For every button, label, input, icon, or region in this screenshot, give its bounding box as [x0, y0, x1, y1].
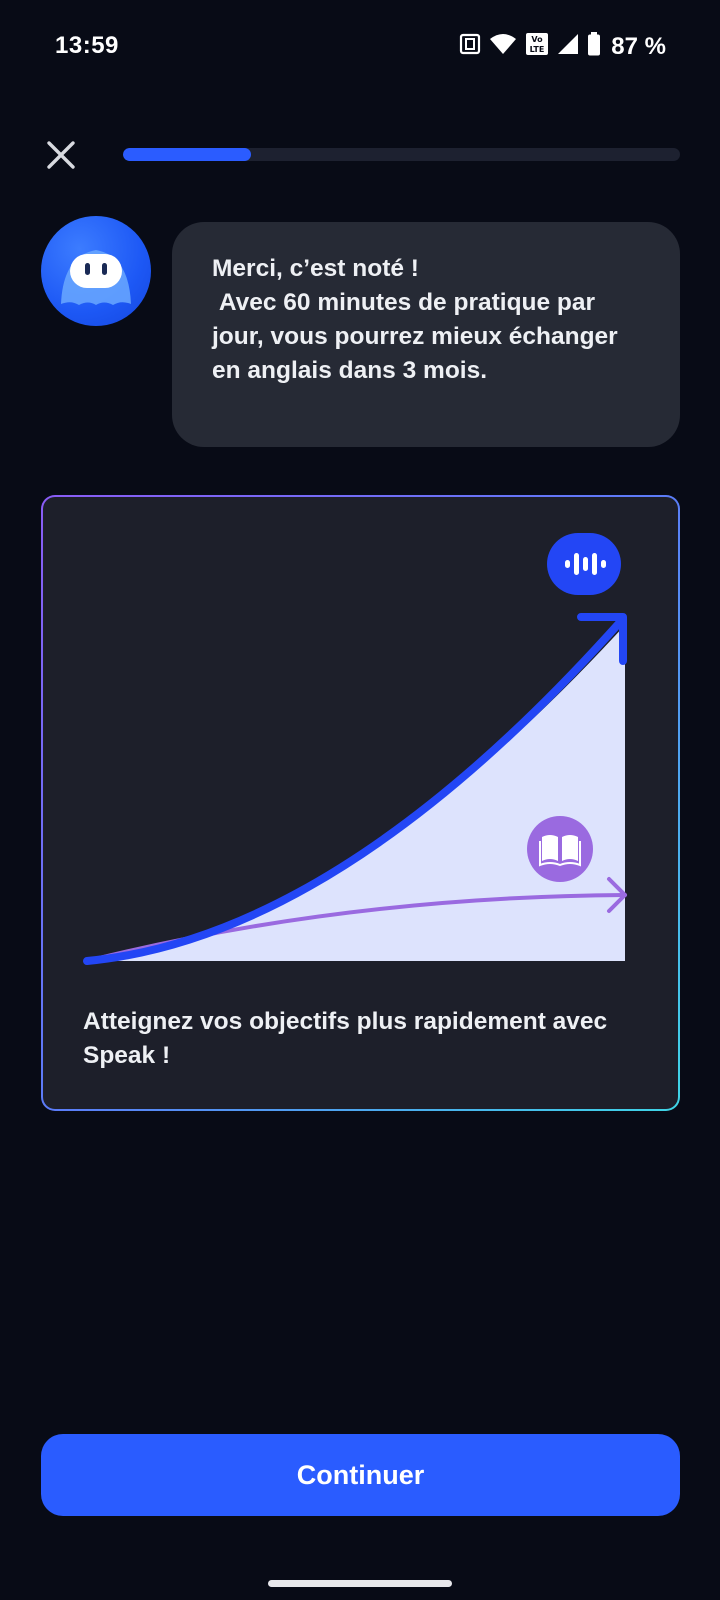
svg-text:LTE: LTE — [530, 45, 545, 54]
status-bar: 13:59 Vo LTE 87 % — [0, 0, 720, 92]
screen: 13:59 Vo LTE 87 % Merci, c’est noté ! Av… — [0, 0, 720, 1600]
volte-icon: Vo LTE — [525, 32, 549, 61]
status-time: 13:59 — [55, 32, 119, 59]
close-button[interactable] — [40, 134, 82, 176]
battery-icon — [587, 32, 601, 61]
close-icon — [47, 141, 75, 169]
status-icons: Vo LTE 87 % — [459, 32, 666, 61]
nfc-icon — [459, 33, 481, 60]
speak-mascot-avatar — [41, 216, 151, 326]
home-indicator[interactable] — [268, 1580, 452, 1587]
progress-bar — [123, 148, 680, 161]
progress-fill — [123, 148, 252, 161]
progress-chart-card: Atteignez vos objectifs plus rapidement … — [41, 495, 680, 1111]
signal-icon — [557, 33, 579, 60]
voice-wave-icon — [547, 533, 621, 595]
battery-percentage: 87 % — [611, 32, 666, 60]
card-inner: Atteignez vos objectifs plus rapidement … — [43, 497, 678, 1109]
continue-button[interactable]: Continuer — [41, 1434, 680, 1516]
card-caption: Atteignez vos objectifs plus rapidement … — [83, 1008, 608, 1069]
wifi-icon — [489, 33, 517, 60]
svg-text:Vo: Vo — [532, 35, 544, 44]
chat-bubble-message: Merci, c’est noté ! Avec 60 minutes de p… — [172, 222, 680, 447]
open-book-icon — [527, 816, 593, 882]
